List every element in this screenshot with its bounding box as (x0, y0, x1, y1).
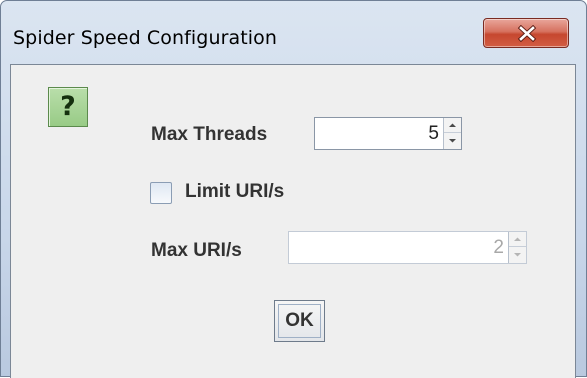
arrow-down-icon (514, 253, 521, 257)
max-uris-decrement-button[interactable] (509, 247, 526, 262)
dialog-content: ? Max Threads 5 Limit URI/s Max URI/s 2 (10, 64, 576, 378)
arrow-down-icon (449, 139, 456, 143)
close-button[interactable] (483, 18, 569, 48)
max-threads-label: Max Threads (151, 124, 268, 145)
close-icon (517, 25, 537, 42)
max-threads-value[interactable]: 5 (428, 118, 439, 149)
arrow-up-icon (514, 237, 521, 241)
max-threads-spin-buttons (443, 118, 461, 149)
limit-uris-label[interactable]: Limit URI/s (185, 181, 284, 203)
arrow-up-icon (449, 123, 456, 127)
limit-uris-checkbox[interactable] (150, 182, 172, 204)
max-threads-decrement-button[interactable] (444, 133, 461, 148)
max-uris-label: Max URI/s (151, 240, 242, 261)
max-uris-spinner[interactable]: 2 (288, 231, 527, 264)
max-uris-value[interactable]: 2 (493, 232, 504, 263)
max-uris-increment-button[interactable] (509, 232, 526, 247)
dialog-window: Spider Speed Configuration ? Max Threads… (0, 0, 587, 378)
help-icon: ? (48, 87, 88, 127)
max-threads-spinner[interactable]: 5 (314, 117, 462, 150)
ok-button[interactable]: OK (274, 300, 325, 342)
max-uris-spin-buttons (508, 232, 526, 263)
ok-button-label: OK (285, 310, 314, 331)
max-threads-increment-button[interactable] (444, 118, 461, 133)
window-title: Spider Speed Configuration (13, 27, 278, 49)
title-bar[interactable]: Spider Speed Configuration (1, 1, 586, 63)
